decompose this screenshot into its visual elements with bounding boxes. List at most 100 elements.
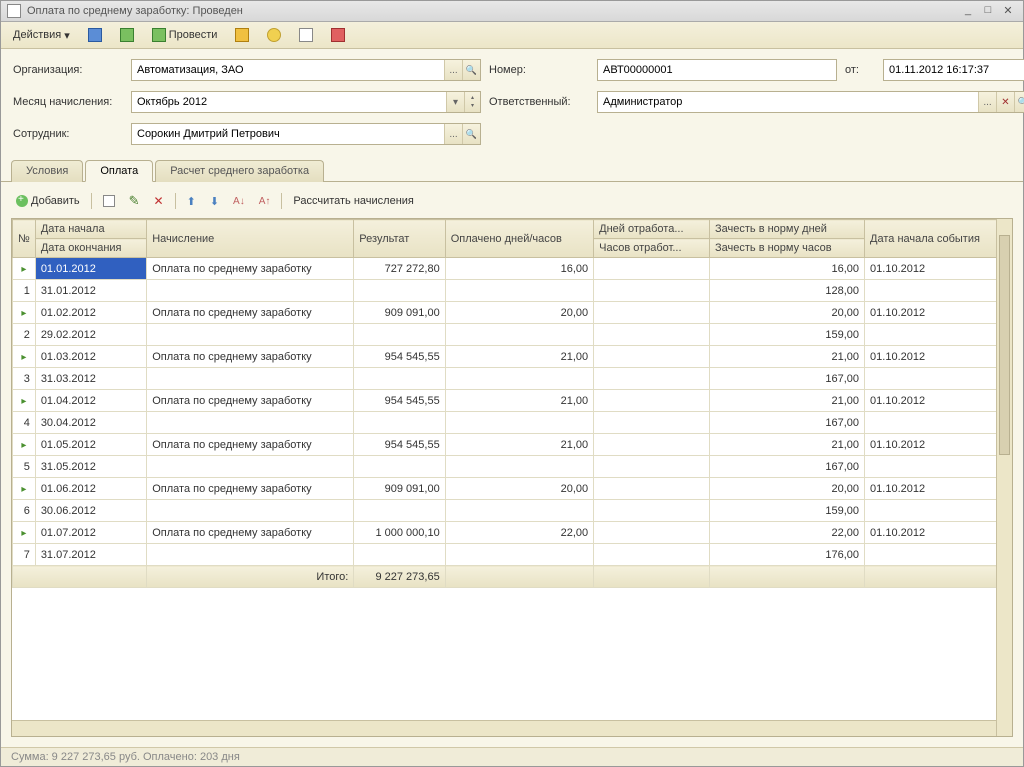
cell-num[interactable]: 2 — [13, 324, 36, 346]
cell-paid[interactable]: 20,00 — [445, 302, 593, 324]
close-button[interactable]: ✕ — [999, 4, 1017, 18]
cell-paid[interactable]: 21,00 — [445, 434, 593, 456]
cell-paid[interactable]: 21,00 — [445, 390, 593, 412]
cell-norm-hours[interactable]: 128,00 — [710, 280, 865, 302]
report-button[interactable] — [229, 25, 255, 45]
cell-num[interactable]: 7 — [13, 544, 36, 566]
cell-result[interactable]: 909 091,00 — [354, 302, 445, 324]
search-button[interactable] — [462, 124, 480, 144]
cell-event-date[interactable]: 01.10.2012 — [865, 390, 1012, 412]
horizontal-scrollbar[interactable] — [12, 720, 996, 736]
cell-date-end[interactable]: 31.01.2012 — [35, 280, 146, 302]
cell-date-end[interactable]: 30.04.2012 — [35, 412, 146, 434]
cell-paid[interactable]: 21,00 — [445, 346, 593, 368]
move-down-button[interactable]: ⬇ — [205, 192, 224, 211]
cell-norm-days[interactable]: 16,00 — [710, 258, 865, 280]
cell-hours-worked[interactable] — [594, 500, 710, 522]
col-result[interactable]: Результат — [354, 220, 445, 258]
cell-event-date[interactable]: 01.10.2012 — [865, 302, 1012, 324]
edit-button[interactable]: ✎ — [124, 190, 145, 212]
cell-result[interactable]: 909 091,00 — [354, 478, 445, 500]
num-input[interactable] — [598, 60, 836, 80]
table-row[interactable]: 731.07.2012 176,00 — [13, 544, 1012, 566]
cell-days-worked[interactable] — [594, 390, 710, 412]
table-row[interactable]: ▸01.01.2012Оплата по среднему заработку7… — [13, 258, 1012, 280]
cell-accrual[interactable]: Оплата по среднему заработку — [147, 302, 354, 324]
cell-date-end[interactable]: 30.06.2012 — [35, 500, 146, 522]
cell-paid[interactable]: 20,00 — [445, 478, 593, 500]
cell-norm-hours[interactable]: 167,00 — [710, 412, 865, 434]
cell-norm-hours[interactable]: 159,00 — [710, 324, 865, 346]
cell-event-date[interactable]: 01.10.2012 — [865, 258, 1012, 280]
list-button[interactable] — [293, 25, 319, 45]
cell-accrual[interactable]: Оплата по среднему заработку — [147, 478, 354, 500]
cell-norm-hours[interactable]: 176,00 — [710, 544, 865, 566]
copy-button[interactable] — [98, 192, 120, 210]
vertical-scrollbar[interactable] — [996, 219, 1012, 736]
cell-date-start[interactable]: 01.04.2012 — [35, 390, 146, 412]
cell-date-start[interactable]: 01.06.2012 — [35, 478, 146, 500]
cell-accrual[interactable]: Оплата по среднему заработку — [147, 434, 354, 456]
table-row[interactable]: 331.03.2012 167,00 — [13, 368, 1012, 390]
cell-days-worked[interactable] — [594, 478, 710, 500]
col-num[interactable]: № — [13, 220, 36, 258]
resp-field[interactable] — [597, 91, 1024, 113]
col-date-start[interactable]: Дата начала — [35, 220, 146, 239]
tab-conditions[interactable]: Условия — [11, 160, 83, 182]
cell-paid[interactable]: 16,00 — [445, 258, 593, 280]
cell-date-end[interactable]: 31.05.2012 — [35, 456, 146, 478]
table-row[interactable]: ▸01.04.2012Оплата по среднему заработку9… — [13, 390, 1012, 412]
cell-date-end[interactable]: 31.07.2012 — [35, 544, 146, 566]
cell-result[interactable]: 1 000 000,10 — [354, 522, 445, 544]
table-row[interactable]: 630.06.2012159,00 — [13, 500, 1012, 522]
cell-date-start[interactable]: 01.07.2012 — [35, 522, 146, 544]
col-hours-worked[interactable]: Часов отработ... — [594, 239, 710, 258]
table-row[interactable]: 229.02.2012 159,00 — [13, 324, 1012, 346]
emp-input[interactable] — [132, 124, 444, 144]
cell-hours-worked[interactable] — [594, 456, 710, 478]
move-up-button[interactable]: ⬆ — [182, 192, 201, 211]
num-field[interactable] — [597, 59, 837, 81]
cell-accrual[interactable]: Оплата по среднему заработку — [147, 346, 354, 368]
cell-norm-days[interactable]: 22,00 — [710, 522, 865, 544]
cell-event-date[interactable]: 01.10.2012 — [865, 478, 1012, 500]
cell-hours-worked[interactable] — [594, 324, 710, 346]
org-field[interactable] — [131, 59, 481, 81]
search-button[interactable] — [462, 60, 480, 80]
cell-days-worked[interactable] — [594, 346, 710, 368]
cell-norm-days[interactable]: 20,00 — [710, 302, 865, 324]
cell-accrual[interactable]: Оплата по среднему заработку — [147, 522, 354, 544]
date-field[interactable] — [883, 59, 1024, 81]
table-row[interactable]: ▸01.05.2012Оплата по среднему заработку9… — [13, 434, 1012, 456]
dt-button[interactable] — [325, 25, 351, 45]
table-row[interactable]: 430.04.2012167,00 — [13, 412, 1012, 434]
cell-date-end[interactable]: 29.02.2012 — [35, 324, 146, 346]
cell-date-start[interactable]: 01.02.2012 — [35, 302, 146, 324]
spinner-button[interactable]: ▴▾ — [464, 92, 480, 112]
cell-hours-worked[interactable] — [594, 368, 710, 390]
table-row[interactable]: 531.05.2012 167,00 — [13, 456, 1012, 478]
cell-accrual[interactable]: Оплата по среднему заработку — [147, 390, 354, 412]
add-row-button[interactable]: Добавить — [11, 192, 85, 210]
accruals-table[interactable]: № Дата начала Начисление Результат Оплач… — [12, 219, 1012, 588]
cell-hours-worked[interactable] — [594, 280, 710, 302]
cell-date-end[interactable]: 31.03.2012 — [35, 368, 146, 390]
table-row[interactable]: 131.01.2012128,00 — [13, 280, 1012, 302]
col-norm-hours[interactable]: Зачесть в норму часов — [710, 239, 865, 258]
cell-result[interactable]: 954 545,55 — [354, 346, 445, 368]
cell-event-date[interactable]: 01.10.2012 — [865, 434, 1012, 456]
cell-hours-worked[interactable] — [594, 544, 710, 566]
cell-norm-days[interactable]: 21,00 — [710, 390, 865, 412]
cell-result[interactable]: 954 545,55 — [354, 434, 445, 456]
sort-asc-button[interactable]: A↓ — [228, 193, 250, 210]
cell-date-start[interactable]: 01.05.2012 — [35, 434, 146, 456]
tab-payment[interactable]: Оплата — [85, 160, 153, 182]
date-input[interactable] — [884, 60, 1024, 80]
cell-norm-hours[interactable]: 167,00 — [710, 368, 865, 390]
cell-norm-hours[interactable]: 167,00 — [710, 456, 865, 478]
resp-input[interactable] — [598, 92, 978, 112]
table-row[interactable]: ▸01.02.2012Оплата по среднему заработку9… — [13, 302, 1012, 324]
cell-num[interactable]: 3 — [13, 368, 36, 390]
cell-num[interactable]: 5 — [13, 456, 36, 478]
tab-average[interactable]: Расчет среднего заработка — [155, 160, 324, 182]
